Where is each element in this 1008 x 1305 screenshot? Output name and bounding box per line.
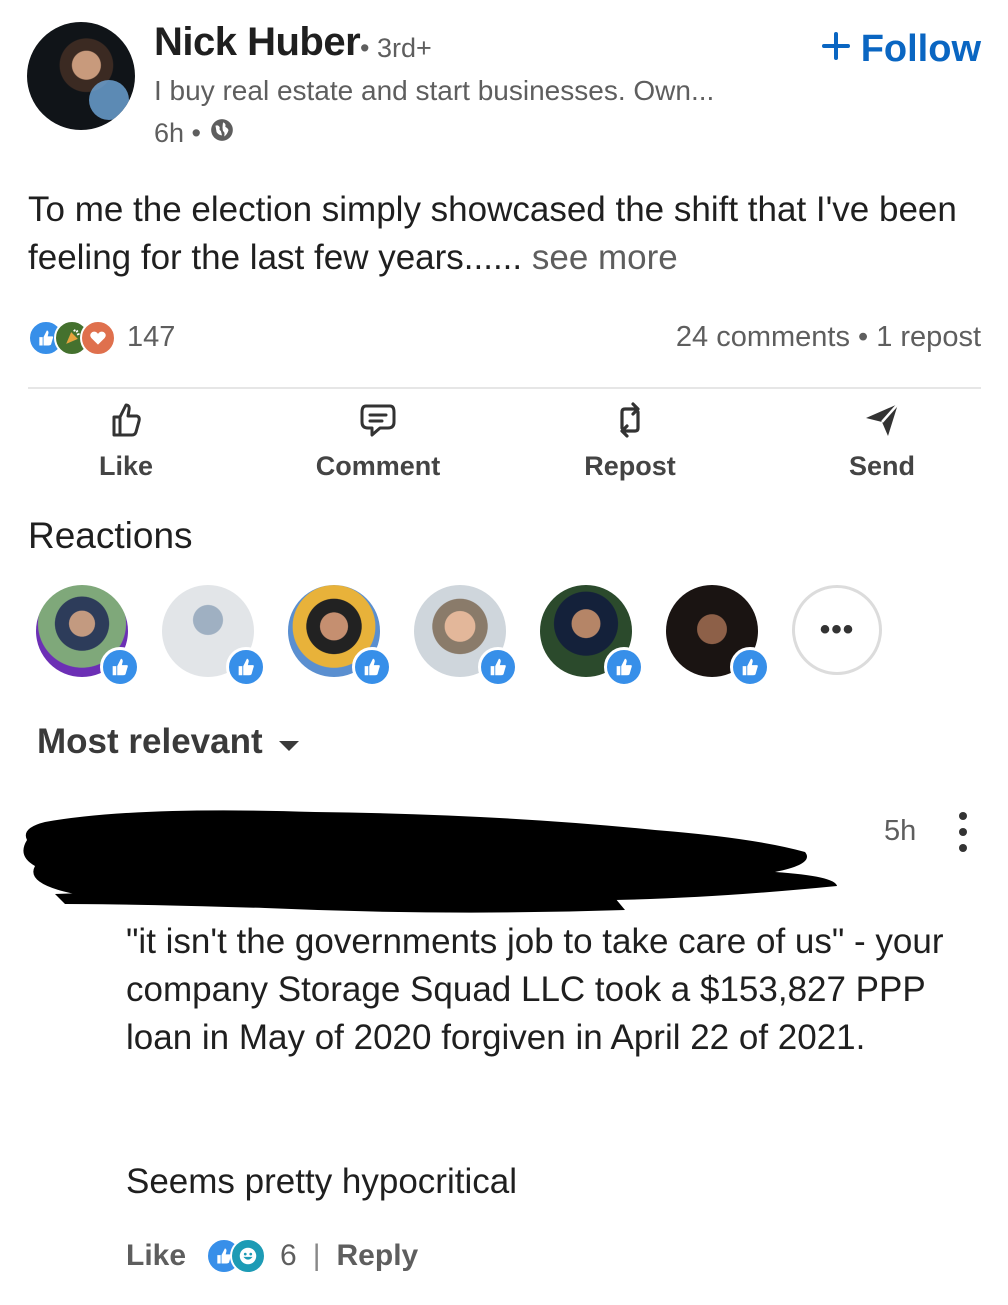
comment-text-line2: Seems pretty hypocritical (126, 1162, 517, 1201)
sort-dropdown[interactable]: Most relevant (37, 722, 301, 762)
comment-reaction-count[interactable]: 6 (280, 1239, 297, 1273)
reaction-count[interactable]: 147 (127, 321, 175, 354)
reactor-avatar[interactable] (414, 585, 518, 687)
like-icon (226, 647, 266, 687)
repost-label: Repost (584, 451, 676, 481)
separator: | (312, 1239, 321, 1272)
author-headline: I buy real estate and start businesses. … (154, 75, 715, 106)
post-time: 6h • (154, 118, 201, 148)
funny-icon (230, 1238, 267, 1274)
send-label: Send (848, 451, 915, 481)
divider (28, 387, 981, 389)
sort-label: Most relevant (37, 722, 263, 761)
comment-reaction-icons[interactable] (206, 1238, 268, 1274)
love-icon (80, 320, 116, 356)
comments-reposts-count[interactable]: 24 comments • 1 repost (676, 321, 981, 354)
connection-degree: • 3rd+ (360, 33, 432, 63)
reaction-icons[interactable] (28, 320, 118, 356)
like-label: Like (98, 451, 154, 481)
like-icon (604, 647, 644, 687)
see-more-link[interactable]: see more (532, 238, 678, 277)
reactions-title: Reactions (28, 515, 193, 556)
comment-text: "it isn't the governments job to take ca… (126, 922, 944, 1057)
plus-icon (821, 28, 851, 71)
post-body: To me the election simply showcased the … (28, 190, 957, 277)
reactor-avatar[interactable] (162, 585, 266, 687)
follow-label: Follow (860, 28, 981, 70)
comment-time: 5h (884, 815, 917, 847)
like-icon (352, 647, 392, 687)
reactor-avatar[interactable] (666, 585, 770, 687)
globe-icon (209, 117, 235, 150)
more-reactors-button[interactable]: ••• (792, 585, 882, 675)
like-icon (100, 647, 140, 687)
send-icon (862, 400, 902, 445)
like-icon (478, 647, 518, 687)
comment-icon (358, 400, 398, 445)
repost-button[interactable]: Repost (530, 400, 730, 482)
reactor-avatar[interactable] (540, 585, 644, 687)
reply-button[interactable]: Reply (337, 1239, 419, 1273)
comment-actions: Like 6 | Reply (126, 1238, 418, 1274)
caret-down-icon (277, 722, 301, 762)
author-name[interactable]: Nick Huber (154, 20, 361, 65)
more-options-icon[interactable] (948, 812, 978, 852)
post-text: To me the election simply showcased the … (28, 186, 978, 282)
comment-label: Comment (315, 451, 441, 481)
author-avatar[interactable] (27, 22, 135, 130)
reactor-avatar[interactable] (288, 585, 392, 687)
post-meta: 6h • (154, 117, 235, 150)
like-icon (730, 647, 770, 687)
follow-button[interactable]: Follow (821, 28, 981, 71)
send-button[interactable]: Send (782, 400, 982, 482)
comment-like-button[interactable]: Like (126, 1239, 186, 1273)
repost-icon (612, 400, 648, 445)
thumbs-up-icon (108, 400, 144, 445)
redacted-commenter (15, 800, 845, 915)
reactor-avatar[interactable] (36, 585, 140, 687)
like-button[interactable]: Like (26, 400, 226, 482)
comment-button[interactable]: Comment (278, 400, 478, 482)
